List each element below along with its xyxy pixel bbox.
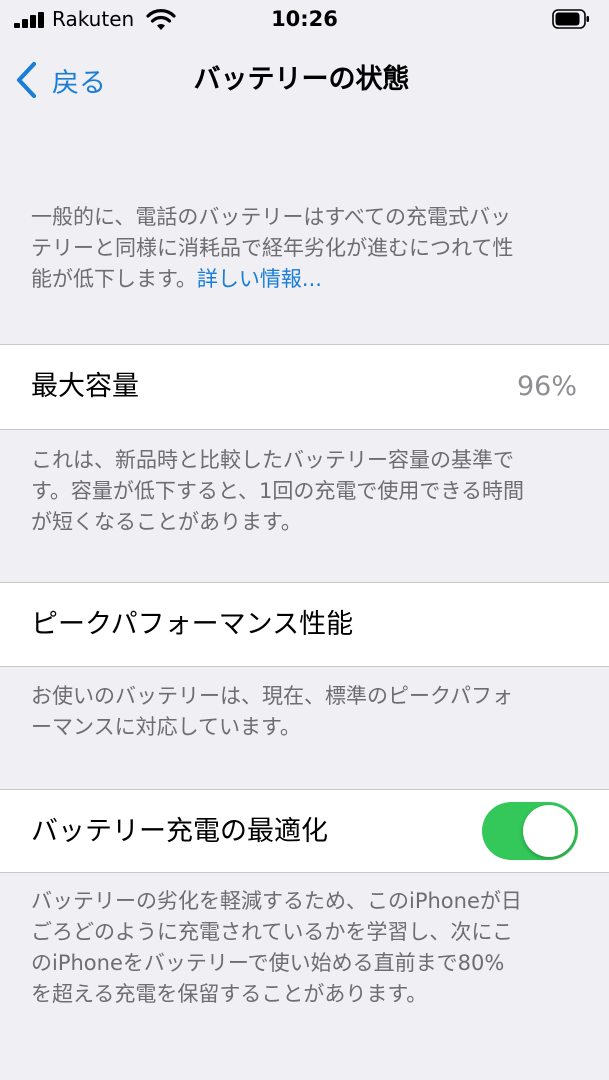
peak-performance-label: ピークパフォーマンス性能 xyxy=(31,609,354,640)
battery-health-screen: Rakuten 10:26 戻る バッテリーの状態 一般的に、電話のバッテリーは… xyxy=(0,0,609,1080)
footer-line: お使いのバッテリーは、現在、標準のピークパフォ xyxy=(31,684,513,708)
optimized-charging-row: バッテリー充電の最適化 xyxy=(0,789,609,873)
optimized-charging-toggle[interactable] xyxy=(482,802,578,860)
optimized-charging-footer: バッテリーの劣化を軽減するため、このiPhoneが日 ごろどのように充電されてい… xyxy=(31,886,581,1010)
intro-line: テリーと同様に消耗品で経年劣化が進むにつれて性 xyxy=(31,236,514,260)
status-bar: Rakuten 10:26 xyxy=(0,0,609,40)
intro-line: 能が低下します。詳しい情報... xyxy=(31,264,581,295)
footer-line: が短くなることがあります。 xyxy=(31,510,302,534)
footer-line: す。容量が低下すると、1回の充電で使用できる時間 xyxy=(31,479,524,503)
peak-performance-footer: お使いのバッテリーは、現在、標準のピークパフォ ーマンスに対応しています。 xyxy=(31,681,581,743)
footer-line: ーマンスに対応しています。 xyxy=(31,715,301,739)
footer-line: これは、新品時と比較したバッテリー容量の基準で xyxy=(31,448,514,472)
footer-line: バッテリーの劣化を軽減するため、このiPhoneが日 xyxy=(31,889,522,913)
page-title-text: バッテリーの状態 xyxy=(193,64,410,95)
page-title: バッテリーの状態 xyxy=(0,62,609,98)
learn-more-link[interactable]: 詳しい情報... xyxy=(197,267,322,291)
battery-icon xyxy=(552,9,589,29)
intro-description: 一般的に、電話のバッテリーはすべての充電式バッ テリーと同様に消耗品で経年劣化が… xyxy=(31,202,581,295)
max-capacity-label: 最大容量 xyxy=(31,371,139,402)
peak-performance-row: ピークパフォーマンス性能 xyxy=(0,582,609,667)
intro-line-text: 能が低下します。 xyxy=(31,267,197,291)
optimized-charging-label: バッテリー充電の最適化 xyxy=(31,816,328,847)
toggle-knob xyxy=(523,805,575,857)
max-capacity-row: 最大容量 96% xyxy=(0,344,609,430)
max-capacity-value: 96% xyxy=(516,371,577,402)
navigation-bar: 戻る バッテリーの状態 xyxy=(0,40,609,120)
status-time: 10:26 xyxy=(271,7,338,31)
footer-line: を超える充電を保留することがあります。 xyxy=(31,982,428,1006)
footer-line: ごろどのように充電されているかを学習し、次にこ xyxy=(31,920,513,944)
max-capacity-footer: これは、新品時と比較したバッテリー容量の基準で す。容量が低下すると、1回の充電… xyxy=(31,445,581,538)
intro-line: 一般的に、電話のバッテリーはすべての充電式バッ xyxy=(31,205,512,229)
footer-line: のiPhoneをバッテリーで使い始める直前まで80% xyxy=(31,951,505,975)
